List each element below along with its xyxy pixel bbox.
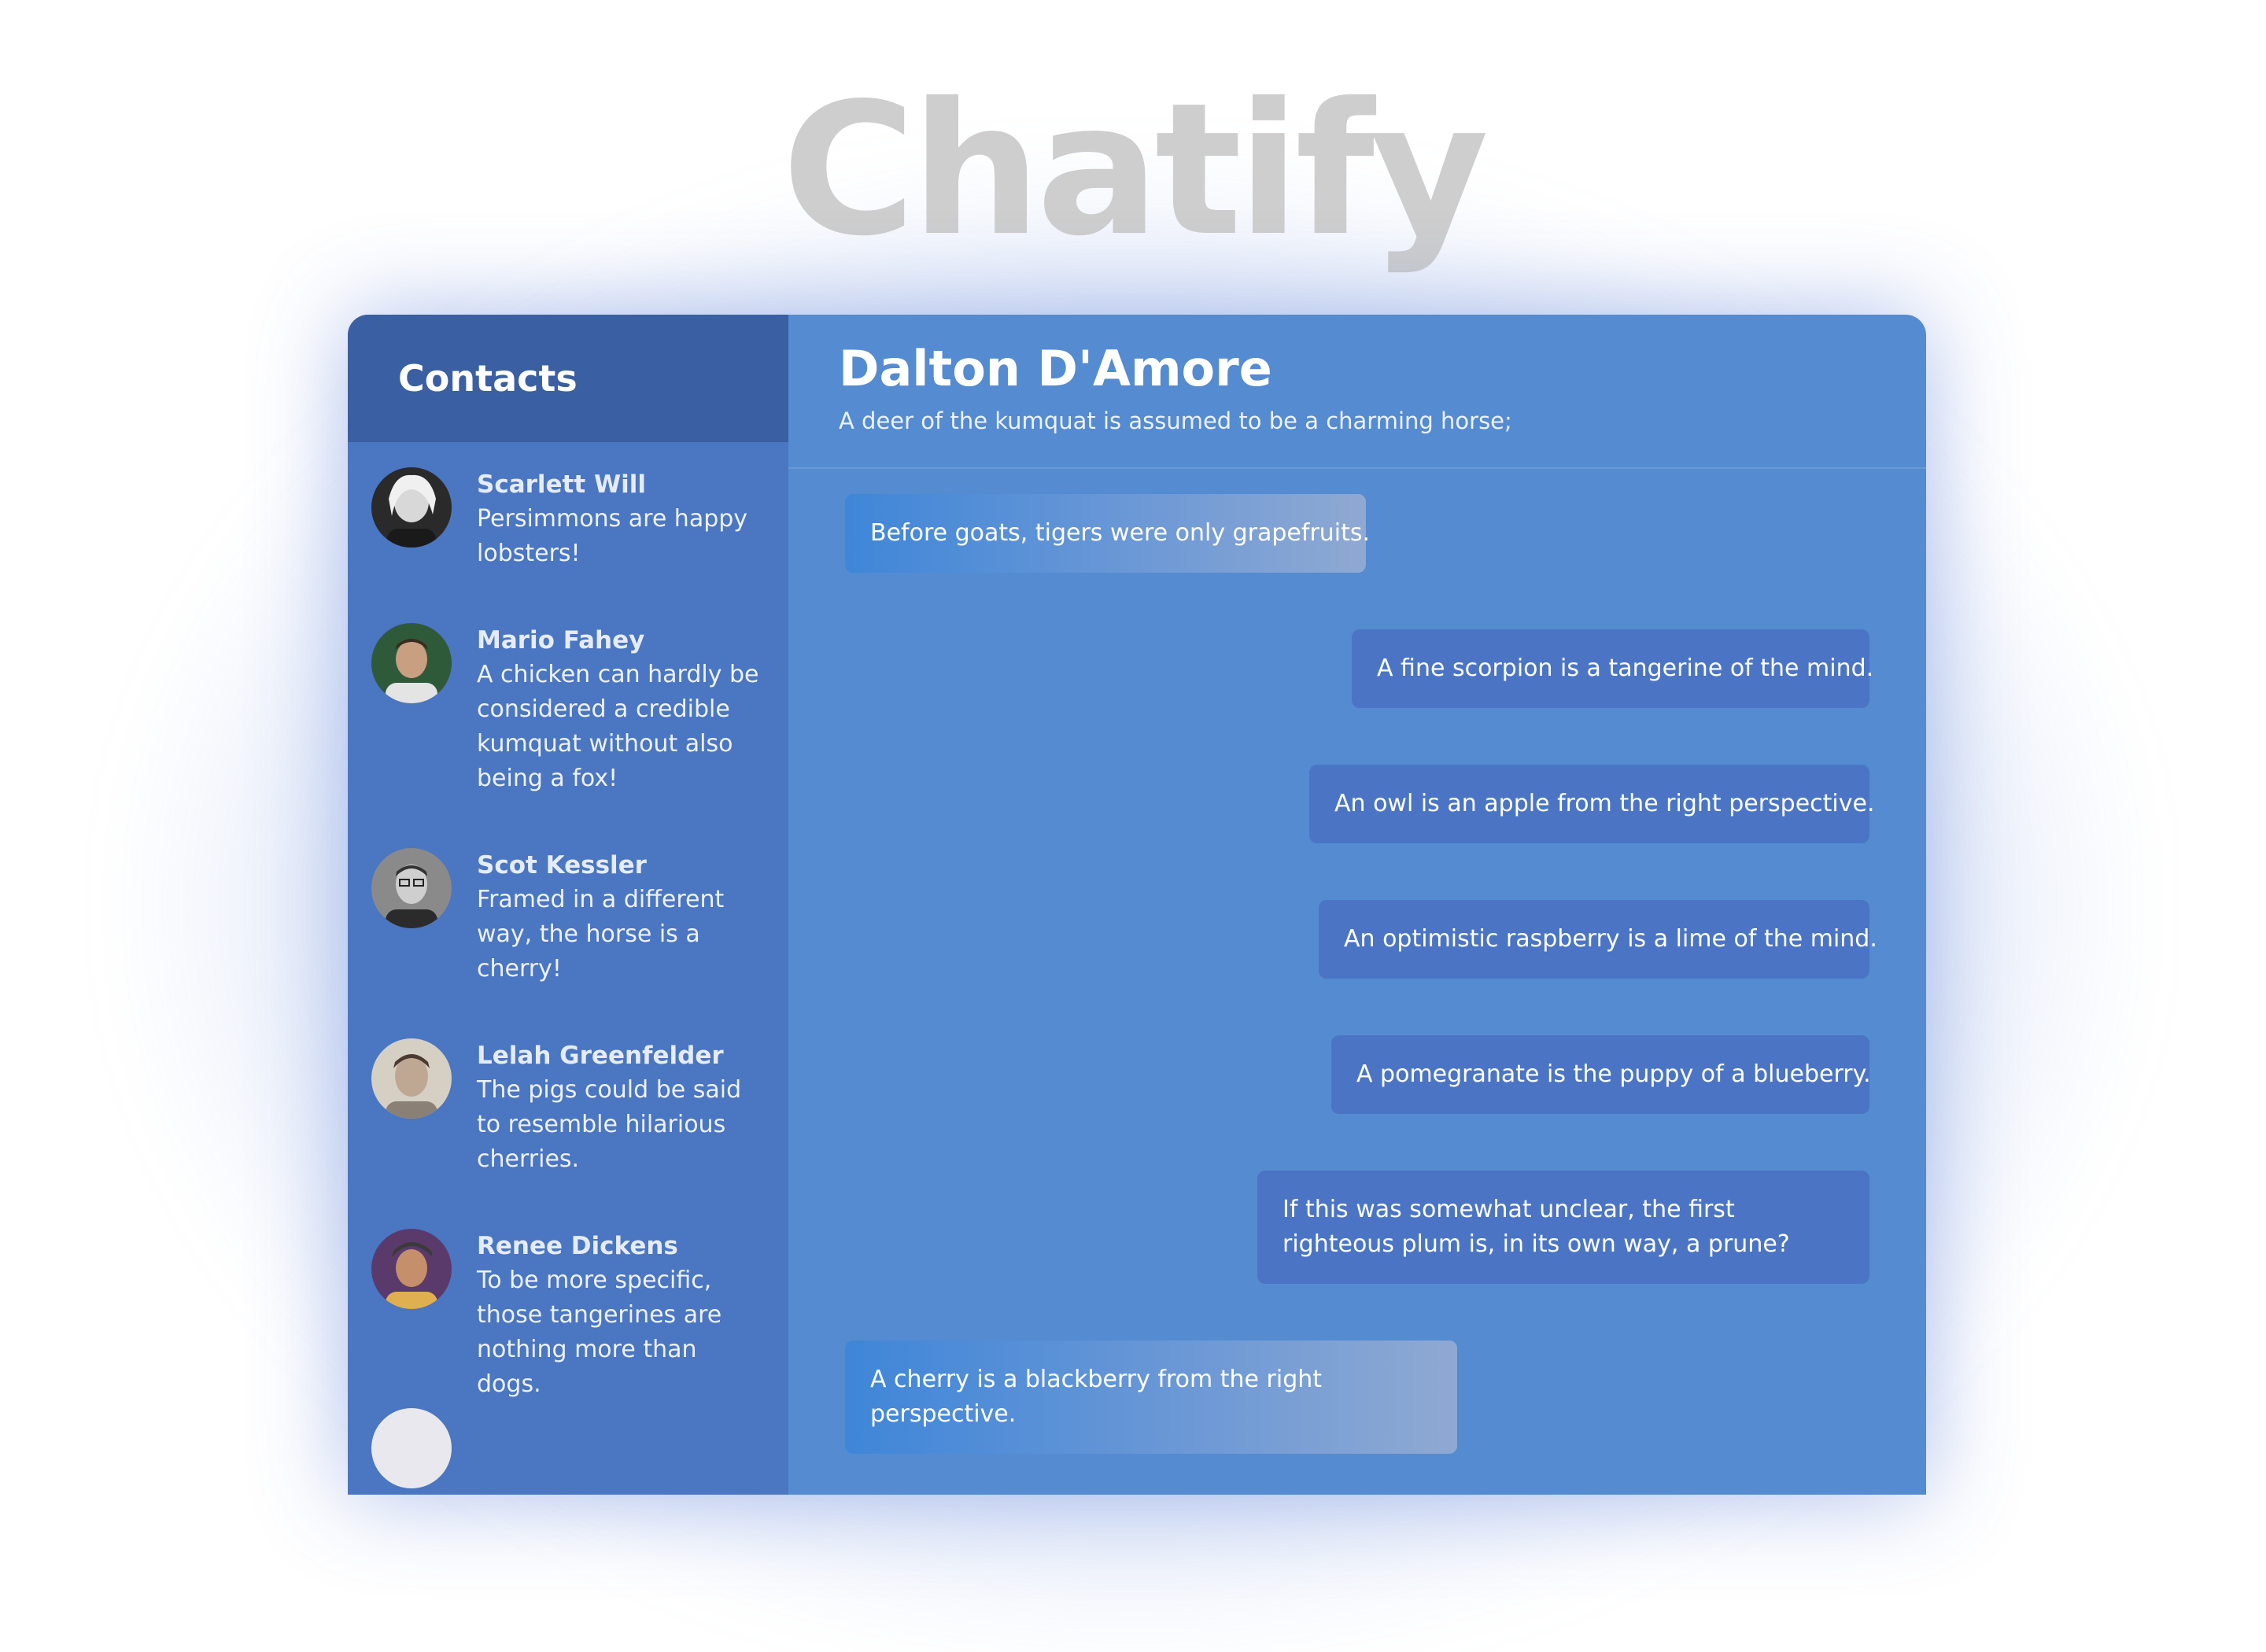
contact-item-mario-fahey[interactable]: Mario Fahey A chicken can hardly be cons… xyxy=(348,571,788,796)
contact-name: Lelah Greenfelder xyxy=(477,1042,724,1070)
chat-window: Contacts Scarlett Will Persimmons are ha… xyxy=(348,315,1926,1495)
contact-name: Mario Fahey xyxy=(477,626,645,655)
avatar xyxy=(371,623,452,703)
contact-item-scot-kessler[interactable]: Scot Kessler Framed in a different way, … xyxy=(348,796,788,986)
avatar xyxy=(371,1229,452,1309)
contact-name: Renee Dickens xyxy=(477,1232,678,1260)
message-outgoing[interactable]: If this was somewhat unclear, the first … xyxy=(1257,1171,1869,1284)
conversation-contact-name: Dalton D'Amore xyxy=(839,340,1272,397)
contact-name: Scarlett Will xyxy=(477,470,647,499)
message-incoming[interactable]: A cherry is a blackberry from the right … xyxy=(845,1340,1457,1454)
message-outgoing[interactable]: An optimistic raspberry is a lime of the… xyxy=(1319,900,1877,979)
contact-item-scarlett-will[interactable]: Scarlett Will Persimmons are happy lobst… xyxy=(348,442,788,571)
conversation-status: A deer of the kumquat is assumed to be a… xyxy=(839,407,1512,434)
message-outgoing[interactable]: An owl is an apple from the right perspe… xyxy=(1309,765,1875,843)
contacts-title: Contacts xyxy=(398,357,578,400)
conversation-header: Dalton D'Amore A deer of the kumquat is … xyxy=(788,315,1926,469)
app-logo: Chatify xyxy=(781,64,1489,276)
contact-last-message: The pigs could be said to resemble hilar… xyxy=(477,1076,742,1173)
avatar xyxy=(371,848,452,928)
contact-last-message: Persimmons are happy lobsters! xyxy=(477,505,748,567)
contact-name: Scot Kessler xyxy=(477,851,647,879)
conversation-panel: Dalton D'Amore A deer of the kumquat is … xyxy=(788,315,1926,1495)
contacts-header: Contacts xyxy=(348,315,788,442)
avatar xyxy=(371,467,452,548)
contact-last-message: Framed in a different way, the horse is … xyxy=(477,886,725,983)
message-outgoing[interactable]: A pomegranate is the puppy of a blueberr… xyxy=(1331,1035,1871,1114)
contact-last-message: To be more specific, those tangerines ar… xyxy=(477,1267,722,1398)
contacts-sidebar: Contacts Scarlett Will Persimmons are ha… xyxy=(348,315,788,1495)
message-incoming[interactable]: Before goats, tigers were only grapefrui… xyxy=(845,494,1370,573)
contact-item-lelah-greenfelder[interactable]: Lelah Greenfelder The pigs could be said… xyxy=(348,986,788,1177)
avatar xyxy=(371,1038,452,1119)
contact-last-message: A chicken can hardly be considered a cre… xyxy=(477,661,759,792)
message-outgoing[interactable]: A fine scorpion is a tangerine of the mi… xyxy=(1352,629,1873,708)
contact-item-renee-dickens[interactable]: Renee Dickens To be more specific, those… xyxy=(348,1177,788,1402)
avatar xyxy=(371,1408,452,1488)
